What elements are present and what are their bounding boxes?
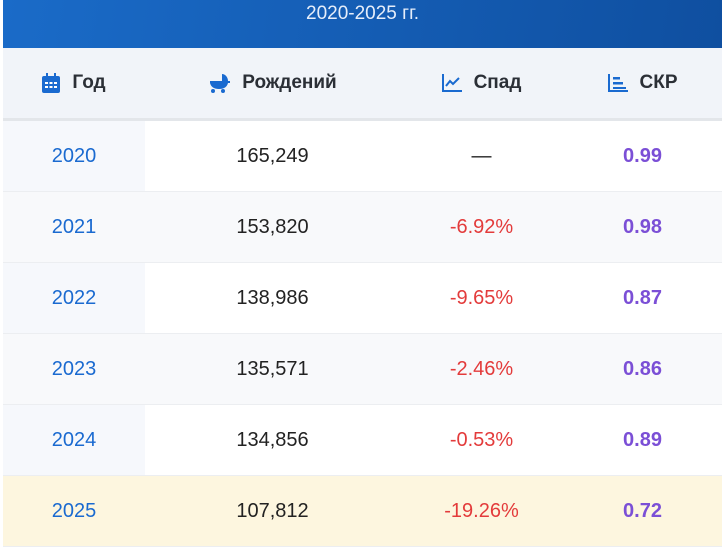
table-row: 2023 135,571 -2.46% 0.86 xyxy=(3,334,722,405)
births-cell: 134,856 xyxy=(236,428,309,451)
births-cell: 165,249 xyxy=(236,144,309,167)
header-year: Год xyxy=(3,48,145,118)
year-cell: 2021 xyxy=(51,215,97,238)
births-cell: 138,986 xyxy=(236,286,309,309)
births-cell: 135,571 xyxy=(236,357,309,380)
year-cell: 2020 xyxy=(3,121,145,191)
tfr-cell: 0.86 xyxy=(623,357,662,380)
table-row: 2024 134,856 -0.53% 0.89 xyxy=(3,405,722,476)
births-cell: 107,812 xyxy=(236,499,309,522)
year-cell: 2023 xyxy=(51,357,97,380)
decline-cell: -19.26% xyxy=(444,499,519,522)
table-row: 2021 153,820 -6.92% 0.98 xyxy=(3,192,722,263)
year-cell: 2025 xyxy=(51,499,97,522)
year-cell: 2022 xyxy=(3,263,145,333)
table-row: 2025 107,812 -19.26% 0.72 xyxy=(3,476,722,547)
births-cell: 153,820 xyxy=(236,215,309,238)
birth-stats-table: 2020-2025 гг. Год Рождений Спад СКР 2020… xyxy=(3,0,722,547)
tfr-cell: 0.98 xyxy=(623,215,662,238)
tfr-cell: 0.89 xyxy=(623,428,662,451)
tfr-cell: 0.99 xyxy=(623,144,662,167)
decline-cell: -2.46% xyxy=(449,357,514,380)
table-body: 2020 165,249 — 0.99 2021 153,820 -6.92% … xyxy=(3,121,722,547)
header-births: Рождений xyxy=(145,48,400,118)
table-row: 2020 165,249 — 0.99 xyxy=(3,121,722,192)
tfr-cell: 0.72 xyxy=(623,499,662,522)
table-header: Год Рождений Спад СКР xyxy=(3,48,722,121)
bar-chart-icon xyxy=(607,74,628,92)
period-title: 2020-2025 гг. xyxy=(306,3,419,24)
decline-cell: -9.65% xyxy=(449,286,514,309)
baby-carriage-icon xyxy=(208,73,231,93)
header-decline: Спад xyxy=(400,48,563,118)
line-chart-icon xyxy=(441,74,462,92)
header-tfr: СКР xyxy=(563,48,722,118)
year-cell: 2024 xyxy=(3,405,145,475)
table-row: 2022 138,986 -9.65% 0.87 xyxy=(3,263,722,334)
tfr-cell: 0.87 xyxy=(623,286,662,309)
calendar-icon xyxy=(42,73,61,93)
decline-cell: -0.53% xyxy=(449,428,514,451)
table-banner: 2020-2025 гг. xyxy=(3,0,722,48)
decline-cell: -6.92% xyxy=(449,215,514,238)
decline-cell: — xyxy=(471,144,492,167)
